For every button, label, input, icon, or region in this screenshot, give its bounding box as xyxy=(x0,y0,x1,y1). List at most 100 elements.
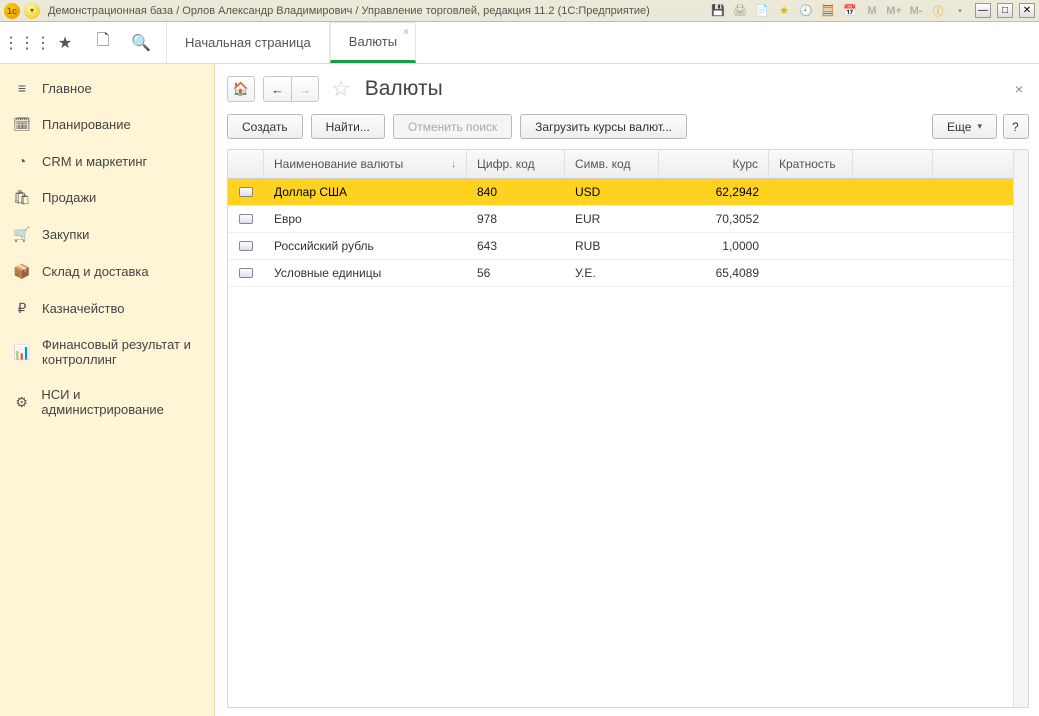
cell-num: 840 xyxy=(467,179,565,205)
sidebar-item-label: Финансовый результат и контроллинг xyxy=(42,337,200,367)
column-name[interactable]: Наименование валюты ↓ xyxy=(264,150,467,178)
sidebar-item-4[interactable]: 🛒 Закупки xyxy=(0,216,214,253)
tab-close-icon[interactable]: × xyxy=(403,27,409,38)
column-sym-code[interactable]: Симв. код xyxy=(565,150,659,178)
grid-body[interactable]: Доллар США840USD62,2942Евро978EUR70,3052… xyxy=(228,179,1013,707)
cell-num: 643 xyxy=(467,233,565,259)
cell-num: 56 xyxy=(467,260,565,286)
window-close-button[interactable]: ✕ xyxy=(1019,3,1035,18)
page-title: Валюты xyxy=(365,77,443,101)
sidebar-item-icon: ₽ xyxy=(14,300,30,317)
favorite-star-icon[interactable]: ☆ xyxy=(331,76,351,102)
cell-rate: 62,2942 xyxy=(659,179,769,205)
sidebar-item-0[interactable]: ≡ Главное xyxy=(0,70,214,106)
favorites-star-icon[interactable]: ★ xyxy=(776,3,792,19)
clipboard-icon[interactable]: 🗋 xyxy=(84,22,122,63)
memory-m-icon[interactable]: M xyxy=(864,3,880,19)
sidebar-item-icon: 🗓 xyxy=(14,116,30,133)
sidebar-item-5[interactable]: 📦Склад и доставка xyxy=(0,253,214,290)
cell-sym: EUR xyxy=(565,206,659,232)
column-num-code[interactable]: Цифр. код xyxy=(467,150,565,178)
sidebar-item-label: CRM и маркетинг xyxy=(42,154,147,169)
currency-grid: Наименование валюты ↓ Цифр. код Симв. код… xyxy=(227,149,1029,708)
grid-scrollbar[interactable] xyxy=(1013,150,1028,707)
cell-mult xyxy=(769,260,853,286)
cell-name: Условные единицы xyxy=(264,260,467,286)
sidebar-item-8[interactable]: ⚙ НСИ и администрирование xyxy=(0,377,214,427)
load-rates-button[interactable]: Загрузить курсы валют... xyxy=(520,114,687,139)
sidebar-item-icon: 🛍 xyxy=(14,189,30,206)
sidebar-item-label: Главное xyxy=(42,81,92,96)
column-icon[interactable] xyxy=(228,150,264,178)
cell-rate: 65,4089 xyxy=(659,260,769,286)
page-header: 🏠 ← → ☆ Валюты × xyxy=(227,72,1029,114)
print-preview-icon[interactable]: 📄 xyxy=(754,3,770,19)
sidebar-item-2[interactable]: ◔CRM и маркетинг xyxy=(0,143,214,179)
column-rate[interactable]: Курс xyxy=(659,150,769,178)
sidebar-item-icon: ⚙ xyxy=(14,394,29,411)
sidebar-item-label: Планирование xyxy=(42,117,131,132)
history-icon[interactable]: 🕘 xyxy=(798,3,814,19)
sidebar-item-icon: ≡ xyxy=(14,80,30,96)
apps-grid-icon[interactable]: ⋮⋮⋮ xyxy=(8,22,46,63)
app-logo-icon: 1c xyxy=(4,3,20,19)
window-maximize-button[interactable]: □ xyxy=(997,3,1013,18)
help-button[interactable]: ? xyxy=(1003,114,1029,139)
column-name-label: Наименование валюты xyxy=(274,157,403,171)
page-close-button[interactable]: × xyxy=(1009,81,1029,97)
tab-home[interactable]: Начальная страница xyxy=(166,22,330,63)
save-icon[interactable]: 💾 xyxy=(710,3,726,19)
tab-currencies-label: Валюты xyxy=(349,34,397,49)
info-icon[interactable]: ⓘ xyxy=(930,3,946,19)
sidebar-item-7[interactable]: 📊 Финансовый результат и контроллинг xyxy=(0,327,214,377)
sidebar-item-label: Закупки xyxy=(42,227,89,242)
print-icon[interactable]: 🖨 xyxy=(732,3,748,19)
cell-sym: У.Е. xyxy=(565,260,659,286)
home-button[interactable]: 🏠 xyxy=(227,76,255,102)
main-panel: 🏠 ← → ☆ Валюты × Создать Найти... Отмени… xyxy=(215,64,1039,716)
more-button[interactable]: Еще xyxy=(932,114,997,139)
top-toolbar: ⋮⋮⋮ ★ 🗋 🔍 Начальная страница Валюты × xyxy=(0,22,1039,64)
tab-bar: Начальная страница Валюты × xyxy=(166,22,416,63)
sidebar-item-1[interactable]: 🗓 Планирование xyxy=(0,106,214,143)
tab-currencies[interactable]: Валюты × xyxy=(330,22,416,63)
sidebar-item-label: НСИ и администрирование xyxy=(41,387,200,417)
table-row[interactable]: Доллар США840USD62,2942 xyxy=(228,179,1013,206)
column-extra2[interactable] xyxy=(933,150,1013,178)
column-multiplicity[interactable]: Кратность xyxy=(769,150,853,178)
table-row[interactable]: Условные единицы56У.Е.65,4089 xyxy=(228,260,1013,287)
cell-name: Евро xyxy=(264,206,467,232)
sidebar-item-3[interactable]: 🛍Продажи xyxy=(0,179,214,216)
nav-back-button[interactable]: ← xyxy=(263,76,291,102)
find-button[interactable]: Найти... xyxy=(311,114,385,139)
action-toolbar: Создать Найти... Отменить поиск Загрузит… xyxy=(227,114,1029,149)
table-row[interactable]: Евро978EUR70,3052 xyxy=(228,206,1013,233)
info-dropdown-icon[interactable]: ▾ xyxy=(952,3,968,19)
memory-mminus-icon[interactable]: M- xyxy=(908,3,924,19)
cell-mult xyxy=(769,179,853,205)
window-titlebar: 1c ▾ Демонстрационная база / Орлов Алекс… xyxy=(0,0,1039,22)
sidebar-item-label: Склад и доставка xyxy=(42,264,149,279)
cancel-find-button: Отменить поиск xyxy=(393,114,512,139)
table-row[interactable]: Российский рубль643RUB1,0000 xyxy=(228,233,1013,260)
sidebar-item-6[interactable]: ₽Казначейство xyxy=(0,290,214,327)
create-button[interactable]: Создать xyxy=(227,114,303,139)
cell-mult xyxy=(769,206,853,232)
search-icon[interactable]: 🔍 xyxy=(122,22,160,63)
memory-mplus-icon[interactable]: M+ xyxy=(886,3,902,19)
calculator-icon[interactable]: 🧮 xyxy=(820,3,836,19)
sidebar-item-icon: 📊 xyxy=(14,344,30,361)
nav-forward-button[interactable]: → xyxy=(291,76,319,102)
sidebar-item-icon: 🛒 xyxy=(14,226,30,243)
cell-rate: 1,0000 xyxy=(659,233,769,259)
column-extra1[interactable] xyxy=(853,150,933,178)
cell-sym: RUB xyxy=(565,233,659,259)
nav-back-forward: ← → xyxy=(263,76,319,102)
calendar-icon[interactable]: 📅 xyxy=(842,3,858,19)
cell-num: 978 xyxy=(467,206,565,232)
main-menu-dropdown-icon[interactable]: ▾ xyxy=(24,3,40,19)
favorites-icon[interactable]: ★ xyxy=(46,22,84,63)
sort-indicator-icon: ↓ xyxy=(451,159,456,170)
cell-name: Российский рубль xyxy=(264,233,467,259)
window-minimize-button[interactable]: — xyxy=(975,3,991,18)
